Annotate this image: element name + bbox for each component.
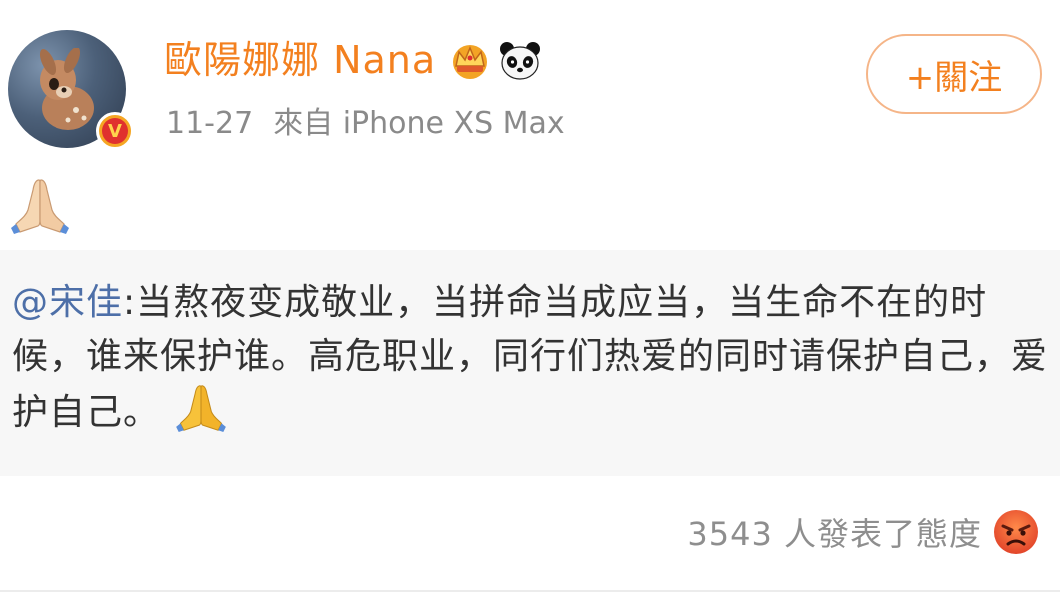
panda-icon <box>500 42 540 80</box>
reaction-count-label: 3543 人發表了態度 <box>687 515 982 553</box>
username[interactable]: 歐陽娜娜 Nana <box>164 36 436 84</box>
reaction-summary[interactable]: 3543 人發表了態度 <box>687 508 1040 556</box>
crown-icon <box>453 45 487 79</box>
mention-link[interactable]: @宋佳 <box>12 282 123 323</box>
angry-face-icon[interactable] <box>992 508 1040 556</box>
verified-badge: V <box>96 112 134 150</box>
folded-hands-icon <box>11 179 69 234</box>
verified-badge-mark: V <box>102 118 128 144</box>
repost-body: :当熬夜变成敬业，当拼命当成应当，当生命不在的时候，谁来保护谁。高危职业，同行们… <box>12 282 1049 433</box>
fawn-avatar-icon <box>39 48 94 130</box>
repost-text: @宋佳:当熬夜变成敬业，当拼命当成应当，当生命不在的时候，谁来保护谁。高危职业，… <box>12 276 1052 440</box>
weibo-post: V 歐陽娜娜 Nana 11-27 來自 iPhone XS Max +關注 @… <box>0 0 1060 596</box>
post-meta: 11-27 來自 iPhone XS Max <box>166 104 565 144</box>
folded-hands-icon <box>176 385 226 432</box>
divider <box>0 590 1060 592</box>
post-source: 來自 iPhone XS Max <box>273 106 565 141</box>
follow-button[interactable]: +關注 <box>866 34 1042 114</box>
avatar[interactable]: V <box>8 30 134 150</box>
repost-card[interactable]: @宋佳:当熬夜变成敬业，当拼命当成应当，当生命不在的时候，谁来保护谁。高危职业，… <box>0 250 1060 476</box>
post-date: 11-27 <box>166 106 254 141</box>
